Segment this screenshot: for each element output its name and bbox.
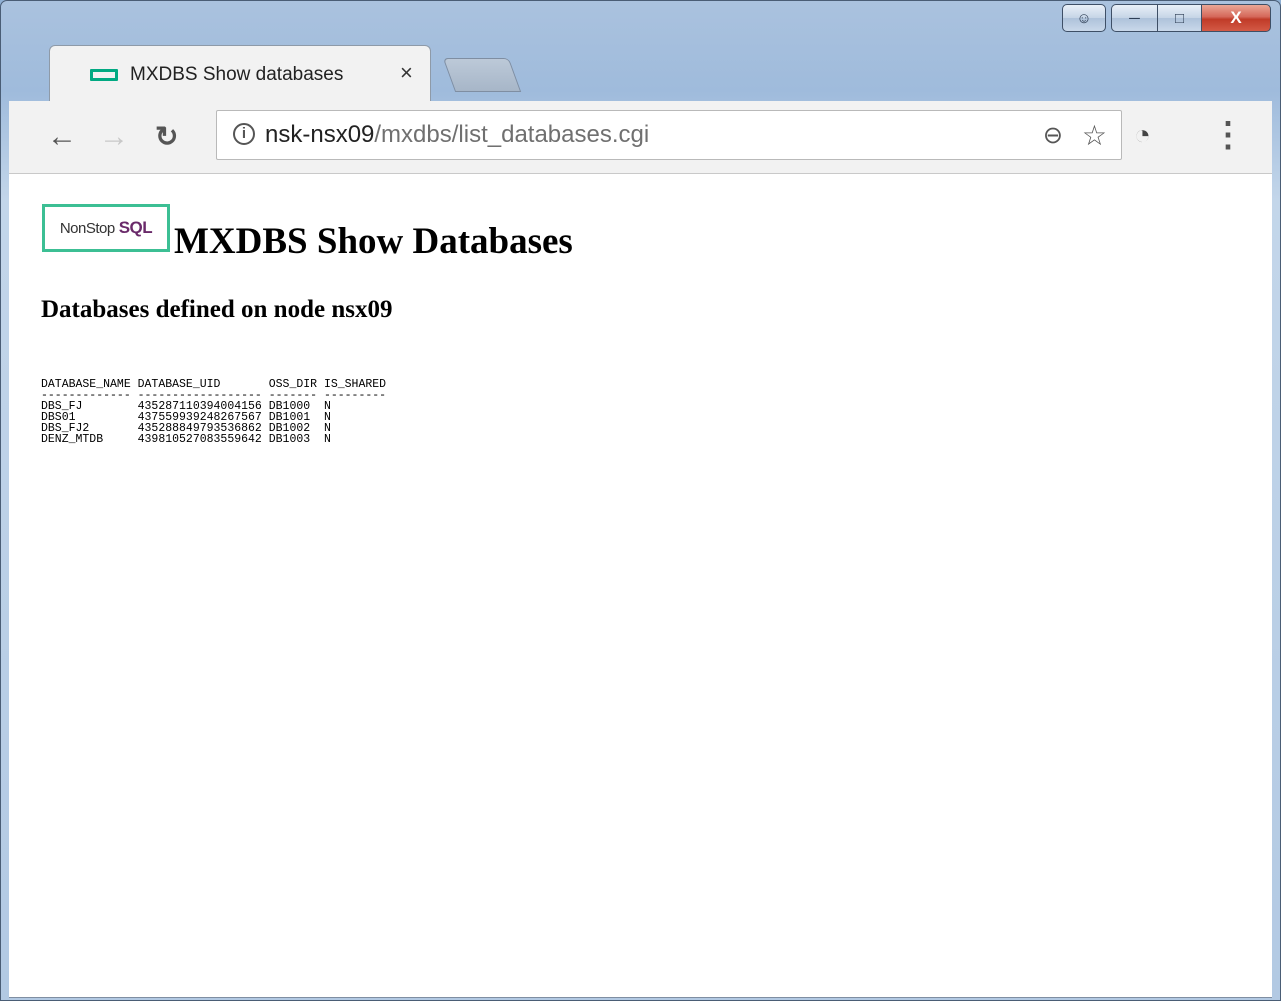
- maximize-icon: □: [1174, 9, 1185, 27]
- user-profile-button[interactable]: ☺: [1062, 4, 1106, 32]
- page-title: MXDBS Show Databases: [174, 221, 573, 262]
- user-icon: ☺: [1076, 9, 1092, 27]
- page-content: NonStop SQL MXDBS Show Databases Database…: [9, 174, 1272, 998]
- bookmark-star-icon[interactable]: ☆: [1082, 119, 1107, 152]
- new-tab-button[interactable]: [442, 58, 522, 92]
- minimize-icon: ─: [1129, 9, 1140, 27]
- nonstop-sql-logo: NonStop SQL: [42, 204, 170, 252]
- zoom-out-icon[interactable]: ⊖: [1043, 121, 1063, 150]
- window-controls: ☺ ─ □ X: [1062, 4, 1271, 34]
- speedometer-icon[interactable]: ◔: [1134, 119, 1151, 151]
- info-icon[interactable]: i: [233, 123, 255, 145]
- tab-close-icon[interactable]: ×: [400, 60, 413, 86]
- tab-title: MXDBS Show databases: [130, 64, 344, 85]
- tab-active[interactable]: MXDBS Show databases ×: [49, 45, 431, 102]
- close-icon: X: [1230, 8, 1242, 27]
- minimize-button[interactable]: ─: [1111, 4, 1157, 32]
- maximize-button[interactable]: □: [1157, 4, 1201, 32]
- browser-toolbar: ← → ↻ i nsk-nsx09/mxdbs/list_databases.c…: [9, 101, 1272, 174]
- url-text: nsk-nsx09/mxdbs/list_databases.cgi: [265, 121, 650, 148]
- back-arrow-icon[interactable]: ←: [47, 119, 77, 155]
- address-bar[interactable]: i nsk-nsx09/mxdbs/list_databases.cgi ⊖ ☆: [216, 110, 1122, 160]
- reload-icon[interactable]: ↻: [155, 119, 178, 155]
- forward-arrow-icon[interactable]: →: [99, 119, 129, 155]
- menu-icon[interactable]: ⋮: [1211, 115, 1245, 155]
- page-subtitle: Databases defined on node nsx09: [41, 296, 393, 323]
- browser-window: ☺ ─ □ X MXDBS Show databases × ← → ↻ i n…: [0, 0, 1281, 1001]
- favicon-icon: [90, 69, 118, 81]
- database-results-table: DATABASE_NAME DATABASE_UID OSS_DIR IS_SH…: [41, 379, 386, 446]
- close-window-button[interactable]: X: [1201, 4, 1271, 32]
- table-row: DENZ_MTDB 439810527083559642 DB1003 N: [41, 433, 331, 446]
